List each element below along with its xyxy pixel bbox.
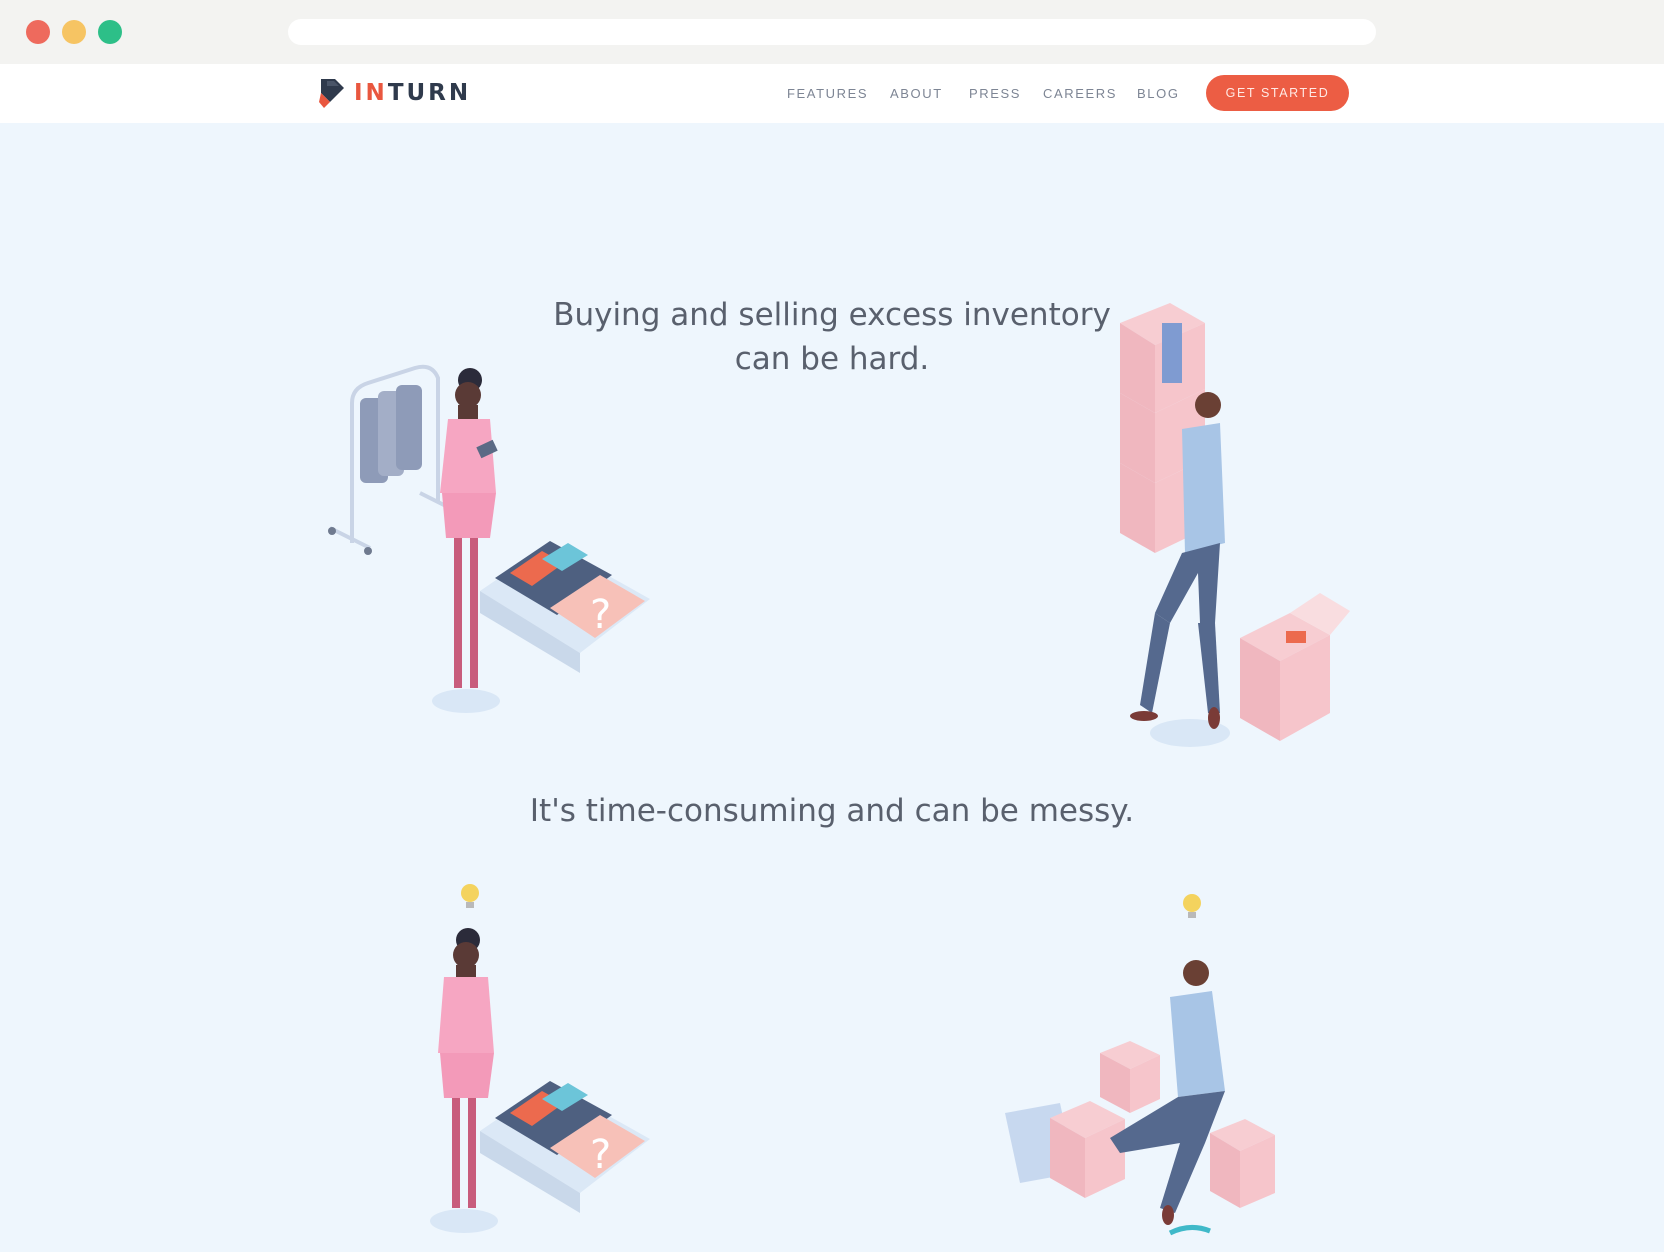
svg-text:?: ?: [590, 592, 611, 638]
browser-chrome: [0, 0, 1664, 64]
clothing-table-icon: ?: [480, 541, 650, 673]
site-header: INTURN FEATURES ABOUT PRESS CAREERS BLOG…: [0, 64, 1664, 123]
man-carrying-boxes-illustration: [1120, 303, 1350, 747]
headline-2: It's time-consuming and can be messy.: [482, 789, 1182, 833]
headline-1-line-1: Buying and selling excess inventory: [553, 297, 1111, 333]
woman-figure-2: [438, 928, 494, 1208]
lightbulb-icon: [461, 884, 479, 902]
logo-text: INTURN: [354, 80, 472, 106]
nav-about[interactable]: ABOUT: [890, 86, 943, 101]
open-box-icon: [1240, 593, 1350, 741]
box-icon-right: [1210, 1119, 1275, 1208]
logo[interactable]: INTURN: [318, 76, 471, 110]
nav-blog[interactable]: BLOG: [1137, 86, 1180, 101]
address-bar[interactable]: [288, 19, 1376, 45]
woman-with-idea-illustration: ?: [430, 884, 650, 1233]
hero-section: Buying and selling excess inventory can …: [0, 123, 1664, 1252]
man-with-idea-boxes-illustration: [1005, 894, 1275, 1236]
headline-2-line-1: It's time-consuming and can be messy.: [529, 793, 1135, 829]
woman-with-clothing-rack-illustration: ?: [328, 364, 650, 713]
nav-careers[interactable]: CAREERS: [1043, 86, 1117, 101]
nav-press[interactable]: PRESS: [969, 86, 1021, 101]
woman-figure: [432, 368, 500, 713]
svg-text:?: ?: [590, 1132, 611, 1178]
box-icon-top: [1100, 1041, 1160, 1113]
clothing-rack-icon: [328, 364, 451, 555]
lightbulb-icon-2: [1183, 894, 1201, 912]
maximize-window-button[interactable]: [98, 20, 122, 44]
nav-features[interactable]: FEATURES: [787, 86, 868, 101]
get-started-button[interactable]: GET STARTED: [1206, 75, 1349, 111]
clothing-table-icon-2: ?: [480, 1081, 650, 1213]
sock-icon: [1168, 1225, 1211, 1236]
box-icon-left: [1050, 1101, 1125, 1198]
minimize-window-button[interactable]: [62, 20, 86, 44]
close-window-button[interactable]: [26, 20, 50, 44]
logo-mark-icon: [319, 79, 344, 108]
